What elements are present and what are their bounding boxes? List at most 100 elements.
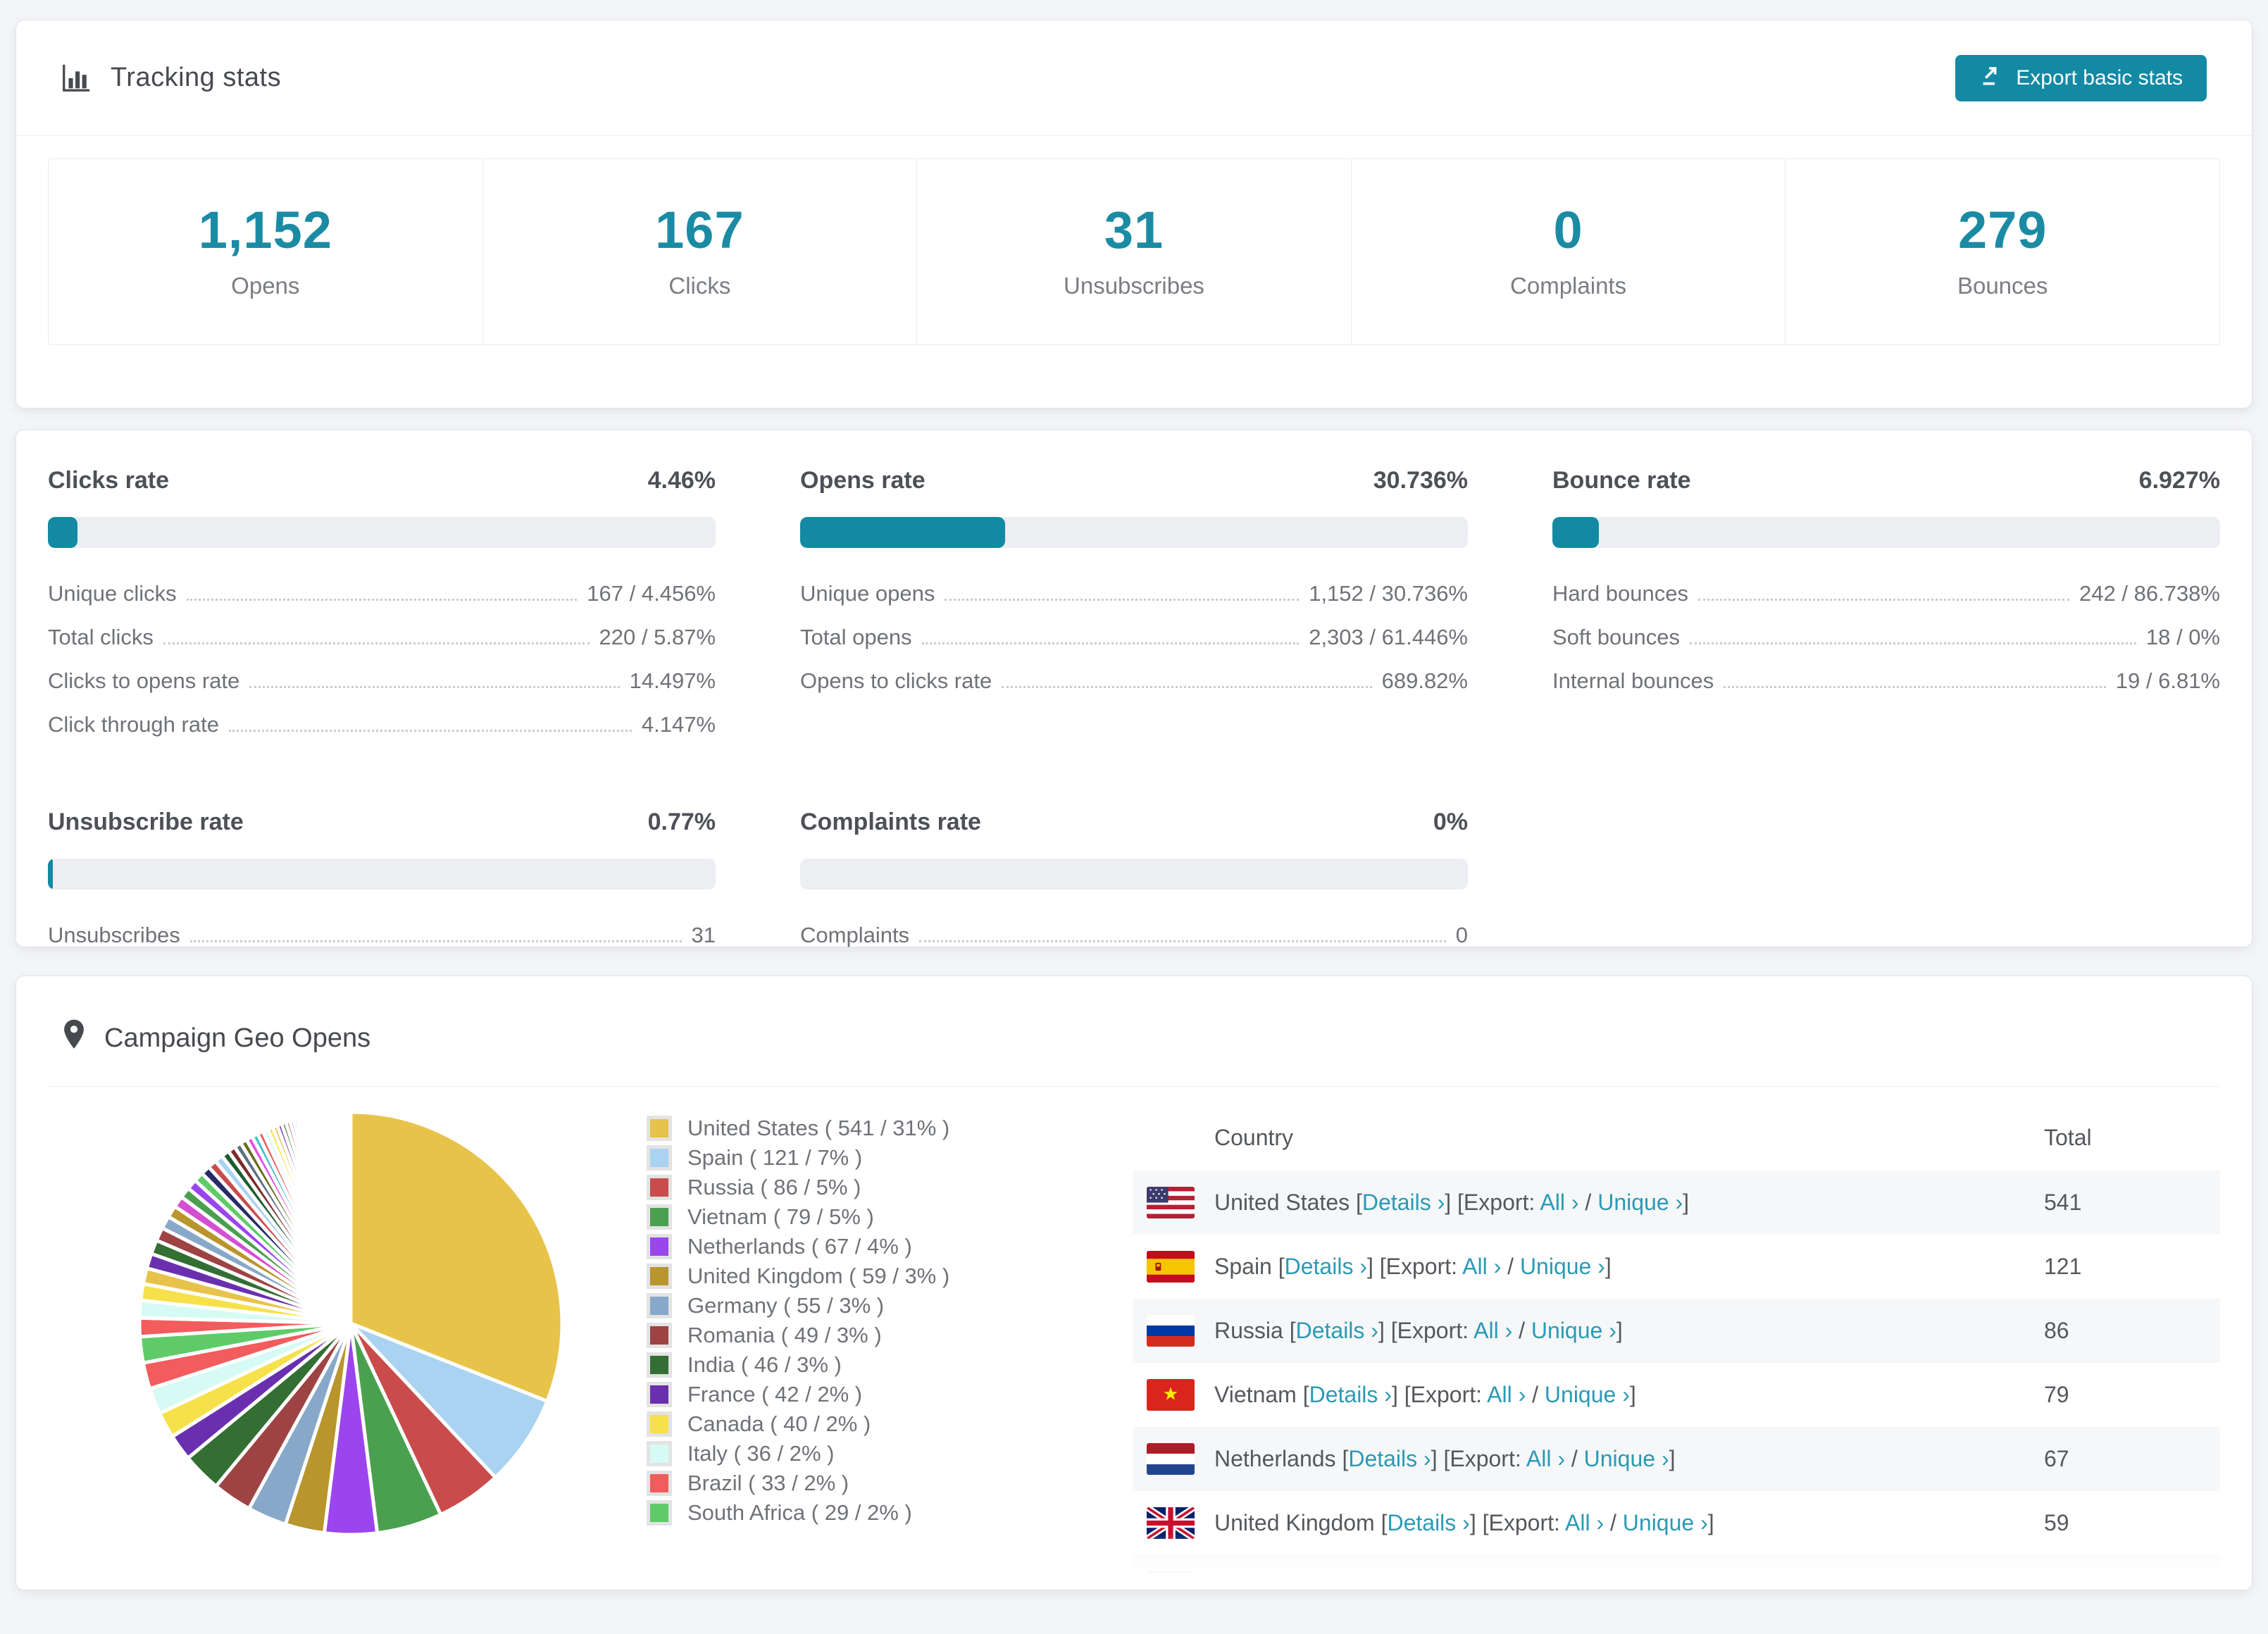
flag-icon-united-kingdom — [1147, 1507, 1195, 1539]
export-unique-link-spain[interactable]: Unique › — [1520, 1254, 1605, 1279]
dotted-leader — [163, 642, 590, 644]
export-all-link-russia[interactable]: All › — [1473, 1318, 1512, 1343]
bounce-rate-progress-bar — [1552, 517, 2220, 548]
legend-swatch-netherlands — [647, 1234, 672, 1259]
rate-row-value: 0 — [1455, 923, 1468, 947]
geo-total-cell: 86 — [2044, 1318, 2069, 1343]
legend-label: France ( 42 / 2% ) — [687, 1382, 863, 1407]
legend-item-india[interactable]: India ( 46 / 3% ) — [647, 1350, 1069, 1380]
rate-row-clicks-to-opens-rate: Clicks to opens rate 14.497% — [48, 659, 716, 703]
details-link-russia[interactable]: Details › — [1296, 1318, 1378, 1343]
legend-swatch-united-states — [647, 1116, 672, 1141]
legend-swatch-germany — [647, 1293, 672, 1318]
details-link-united-states[interactable]: Details › — [1362, 1190, 1445, 1215]
bounce-rate-progress-fill — [1552, 517, 1599, 548]
legend-item-netherlands[interactable]: Netherlands ( 67 / 4% ) — [647, 1232, 1069, 1261]
geo-table-body: United States [Details ›] [Export: All ›… — [1133, 1171, 2220, 1590]
geo-total-cell: 79 — [2044, 1382, 2069, 1407]
dotted-leader — [189, 940, 682, 942]
legend-swatch-spain — [647, 1145, 672, 1171]
legend-swatch-brazil — [647, 1471, 672, 1496]
rate-row-value: 2,303 / 61.446% — [1309, 625, 1468, 649]
export-all-link-vietnam[interactable]: All › — [1487, 1382, 1526, 1407]
rate-row-click-through-rate: Click through rate 4.147% — [48, 703, 716, 747]
export-unique-link-vietnam[interactable]: Unique › — [1545, 1382, 1630, 1407]
rate-row-internal-bounces: Internal bounces 19 / 6.81% — [1552, 659, 2220, 703]
rate-title-row-unsubscribe-rate: Unsubscribe rate 0.77% — [48, 809, 716, 836]
export-all-link-germany[interactable]: All › — [1497, 1574, 1536, 1590]
export-basic-stats-button[interactable]: Export basic stats — [1955, 54, 2207, 101]
flag-icon-netherlands — [1147, 1443, 1195, 1475]
dotted-leader — [186, 599, 578, 601]
legend-item-brazil[interactable]: Brazil ( 33 / 2% ) — [647, 1468, 1069, 1498]
export-unique-link-russia[interactable]: Unique › — [1531, 1318, 1616, 1343]
campaign-geo-opens-card: Campaign Geo Opens United States ( 541 /… — [15, 975, 2253, 1590]
export-all-link-united-kingdom[interactable]: All › — [1565, 1510, 1604, 1535]
legend-item-united-kingdom[interactable]: United Kingdom ( 59 / 3% ) — [647, 1261, 1069, 1291]
dotted-leader — [1002, 686, 1372, 688]
rate-rows: Unique clicks 167 / 4.456% Total clicks 220… — [48, 572, 716, 747]
details-link-united-kingdom[interactable]: Details › — [1387, 1510, 1469, 1535]
pie-slice-other-60[interactable] — [348, 1110, 353, 1326]
export-all-link-netherlands[interactable]: All › — [1526, 1446, 1565, 1471]
rate-row-complaints: Complaints 0 — [800, 913, 1468, 957]
legend-swatch-vietnam — [647, 1204, 672, 1230]
rate-row-value: 4.147% — [641, 712, 716, 737]
pie-legend: United States ( 541 / 31% ) Spain ( 121 /… — [647, 1114, 1069, 1528]
rate-row-label: Clicks to opens rate — [48, 668, 240, 693]
tracking-stats-header: Tracking stats Export basic stats — [16, 20, 2252, 136]
rate-title: Opens rate — [800, 467, 926, 494]
legend-item-germany[interactable]: Germany ( 55 / 3% ) — [647, 1291, 1069, 1321]
legend-item-russia[interactable]: Russia ( 86 / 5% ) — [647, 1173, 1069, 1202]
legend-label: Germany ( 55 / 3% ) — [687, 1293, 885, 1318]
export-unique-link-united-kingdom[interactable]: Unique › — [1623, 1510, 1708, 1535]
dotted-leader — [1724, 686, 2106, 688]
geo-total-cell: 55 — [2044, 1574, 2069, 1590]
rate-value: 0.77% — [647, 809, 716, 835]
legend-item-vietnam[interactable]: Vietnam ( 79 / 5% ) — [647, 1202, 1069, 1232]
details-link-vietnam[interactable]: Details › — [1309, 1382, 1392, 1407]
bar-chart-icon — [60, 62, 92, 94]
stat-box-opens: 1,152 Opens — [49, 159, 482, 344]
rate-row-total-clicks: Total clicks 220 / 5.87% — [48, 616, 716, 659]
stat-value-clicks: 167 — [655, 201, 744, 259]
geo-total-cell: 121 — [2044, 1254, 2082, 1279]
dotted-leader — [1698, 599, 2070, 601]
stat-value-bounces: 279 — [1957, 201, 2048, 259]
export-icon — [1979, 63, 2003, 93]
details-link-netherlands[interactable]: Details › — [1348, 1446, 1431, 1471]
legend-label: India ( 46 / 3% ) — [687, 1352, 842, 1377]
details-link-spain[interactable]: Details › — [1285, 1254, 1367, 1279]
legend-item-france[interactable]: France ( 42 / 2% ) — [647, 1380, 1069, 1409]
legend-label: Romania ( 49 / 3% ) — [687, 1323, 882, 1347]
rate-title-row-clicks-rate: Clicks rate 4.46% — [48, 467, 716, 494]
legend-item-united-states[interactable]: United States ( 541 / 31% ) — [647, 1114, 1069, 1143]
legend-label: Canada ( 40 / 2% ) — [687, 1411, 871, 1436]
geo-opens-content: United States ( 541 / 31% ) Spain ( 121 /… — [48, 1087, 2220, 1590]
rate-row-label: Total opens — [800, 625, 912, 649]
geo-table-row-russia: Russia [Details ›] [Export: All › / Uniq… — [1133, 1299, 2220, 1363]
legend-label: Italy ( 36 / 2% ) — [687, 1441, 835, 1466]
legend-item-italy[interactable]: Italy ( 36 / 2% ) — [647, 1439, 1069, 1468]
geo-total-cell: 59 — [2044, 1510, 2069, 1535]
details-link-germany[interactable]: Details › — [1319, 1574, 1402, 1590]
export-unique-link-germany[interactable]: Unique › — [1555, 1574, 1640, 1590]
export-all-link-united-states[interactable]: All › — [1540, 1190, 1578, 1215]
legend-item-romania[interactable]: Romania ( 49 / 3% ) — [647, 1321, 1069, 1350]
rate-row-label: Soft bounces — [1552, 625, 1680, 649]
rate-rows: Unique opens 1,152 / 30.736% Total opens 2,… — [800, 572, 1468, 703]
rate-block-complaints-rate: Complaints rate 0% Complaints 0 — [800, 809, 1468, 957]
stat-box-clicks: 167 Clicks — [482, 159, 917, 344]
legend-item-south-africa[interactable]: South Africa ( 29 / 2% ) — [647, 1498, 1069, 1528]
legend-label: United Kingdom ( 59 / 3% ) — [687, 1264, 950, 1288]
rate-title-row-complaints-rate: Complaints rate 0% — [800, 809, 1468, 836]
legend-item-canada[interactable]: Canada ( 40 / 2% ) — [647, 1409, 1069, 1439]
legend-label: Brazil ( 33 / 2% ) — [687, 1471, 849, 1495]
export-unique-link-united-states[interactable]: Unique › — [1597, 1190, 1683, 1215]
legend-item-spain[interactable]: Spain ( 121 / 7% ) — [647, 1143, 1069, 1173]
geo-table-row-netherlands: Netherlands [Details ›] [Export: All › /… — [1133, 1427, 2220, 1491]
geo-table-row-united-states: United States [Details ›] [Export: All ›… — [1133, 1171, 2220, 1235]
export-all-link-spain[interactable]: All › — [1462, 1254, 1501, 1279]
rate-row-opens-to-clicks-rate: Opens to clicks rate 689.82% — [800, 659, 1468, 703]
export-unique-link-netherlands[interactable]: Unique › — [1584, 1446, 1669, 1471]
